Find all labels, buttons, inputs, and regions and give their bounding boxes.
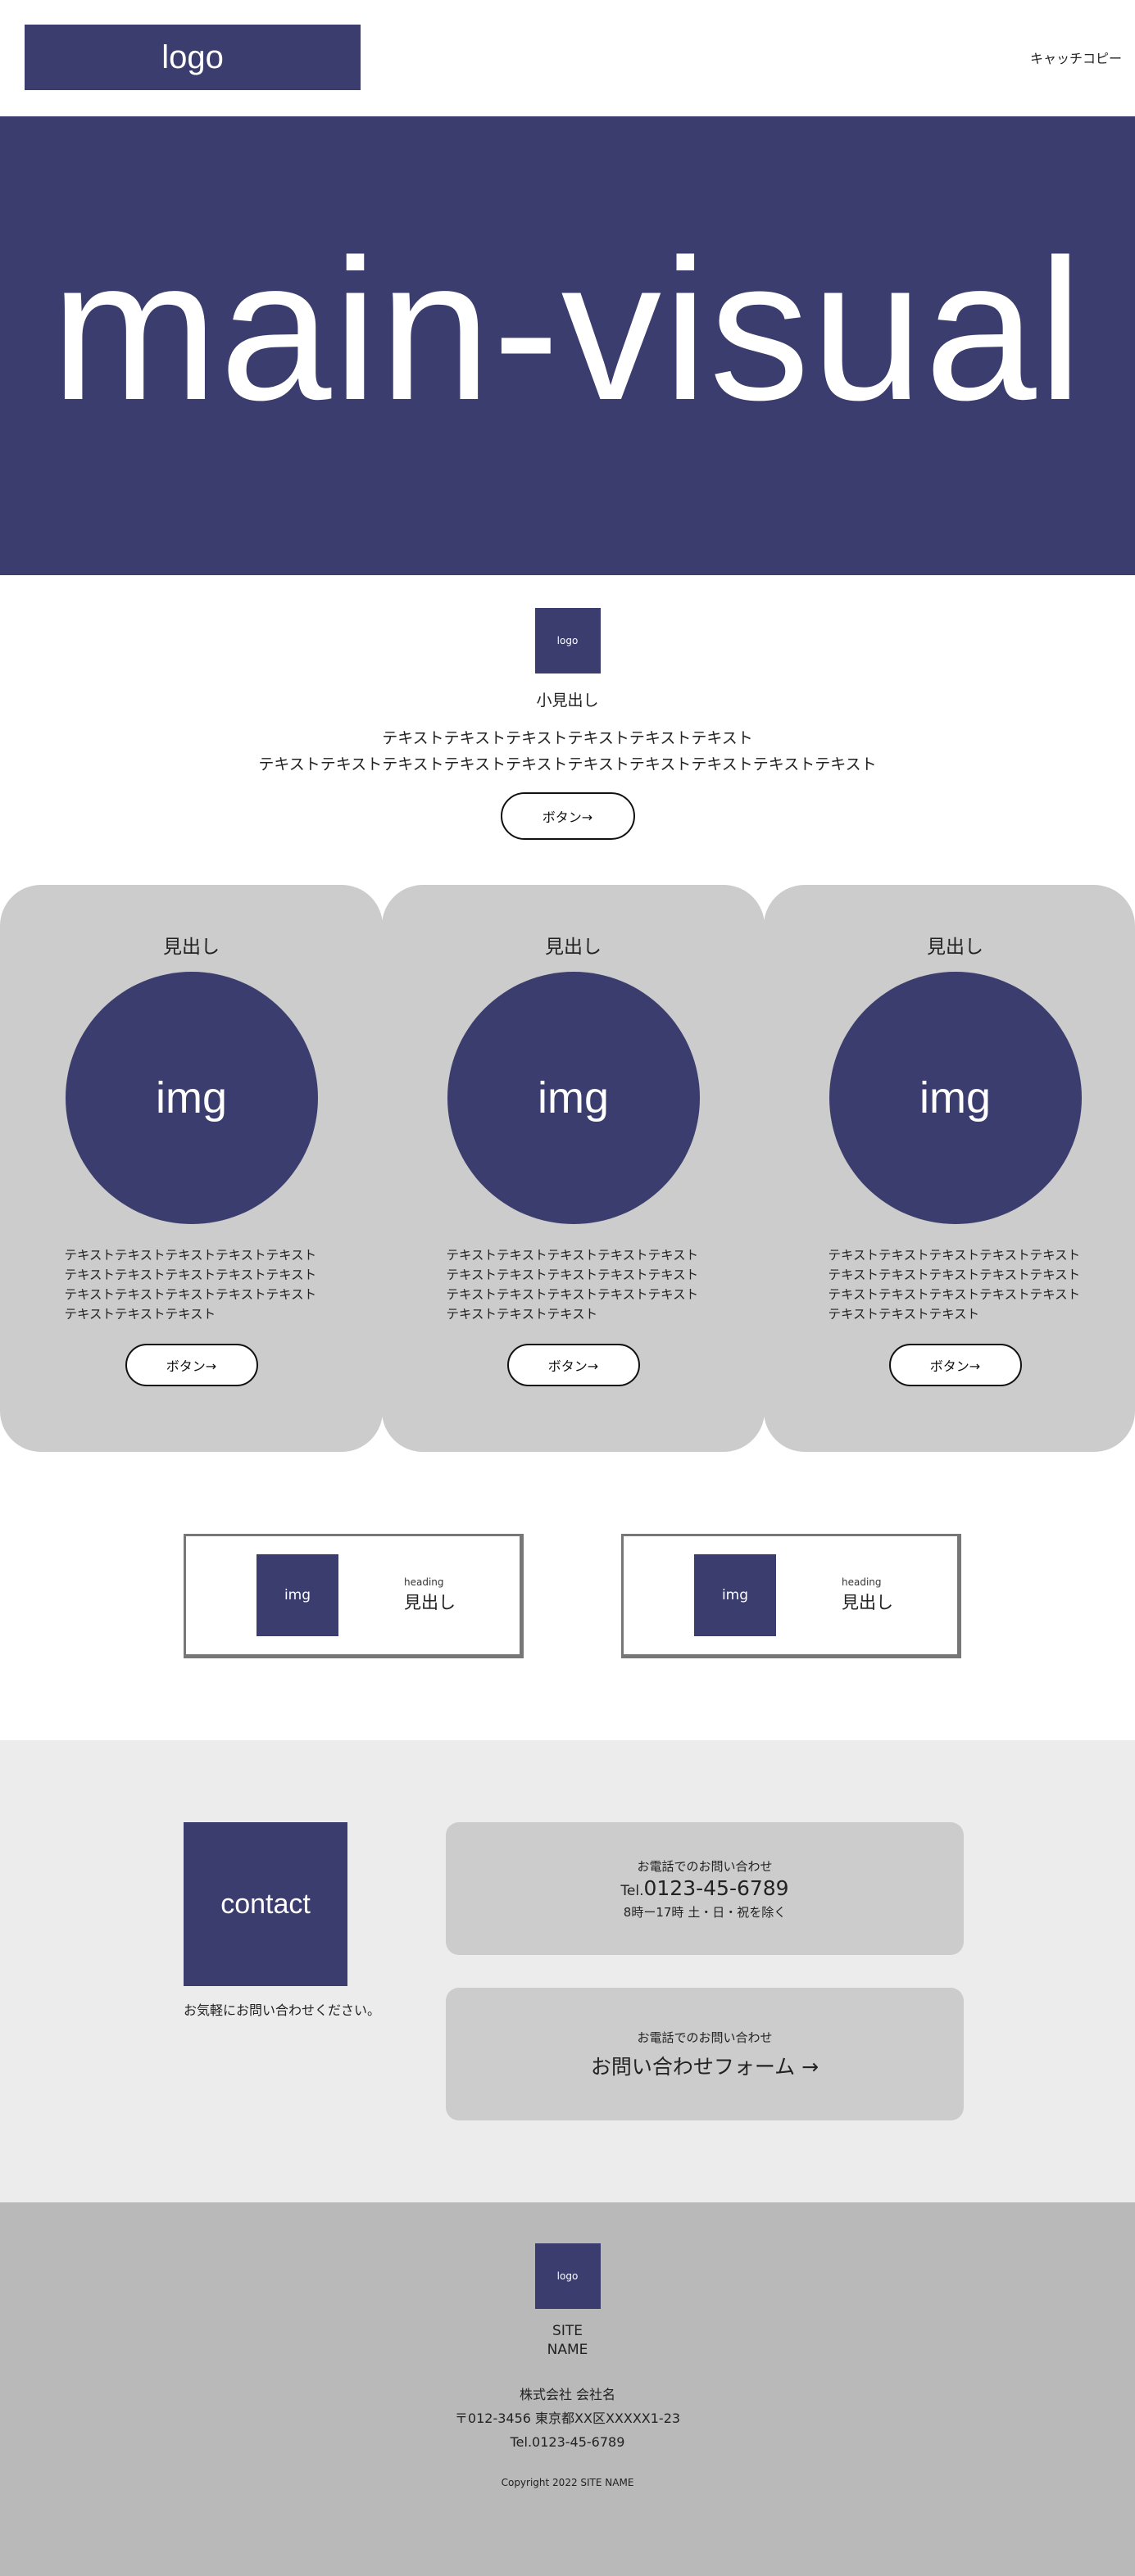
tel-number: 0123-45-6789 bbox=[643, 1875, 789, 1900]
company-name: 株式会社 会社名 bbox=[519, 2387, 616, 2402]
site-name-line: SITE bbox=[552, 2323, 583, 2339]
feature-text: heading 見出し bbox=[404, 1576, 456, 1614]
site-header: logo キャッチコピー bbox=[0, 0, 1135, 115]
feature-heading: 見出し bbox=[842, 1593, 893, 1612]
form-panel-label: お電話でのお問い合わせ bbox=[637, 2030, 773, 2045]
feature-heading: 見出し bbox=[404, 1593, 456, 1612]
intro-section: logo 小見出し テキストテキストテキストテキストテキストテキスト テキストテ… bbox=[0, 608, 1135, 840]
feature-link[interactable]: img heading 見出し bbox=[621, 1534, 961, 1658]
card-text: テキストテキストテキストテキストテキストテキストテキストテキストテキストテキスト… bbox=[446, 1248, 699, 1322]
card-image: img bbox=[447, 972, 700, 1224]
feature-text: heading 見出し bbox=[842, 1576, 893, 1614]
card: 見出し img テキストテキストテキストテキストテキストテキストテキストテキスト… bbox=[764, 885, 1135, 1452]
card-image: img bbox=[65, 972, 318, 1224]
feature-small-heading: heading bbox=[842, 1576, 882, 1588]
card-heading: 見出し bbox=[545, 937, 602, 958]
company-info: 株式会社 会社名 〒012-3456 東京都XX区XXXXX1-23 Tel.0… bbox=[0, 2383, 1135, 2454]
intro-logo: logo bbox=[534, 608, 601, 673]
main-visual-text: main-visual bbox=[51, 216, 1084, 442]
card-button[interactable]: ボタン→ bbox=[125, 1344, 258, 1386]
cards-section: 見出し img テキストテキストテキストテキストテキストテキストテキストテキスト… bbox=[0, 885, 1135, 1452]
tel-prefix: Tel. bbox=[620, 1882, 644, 1899]
intro-text: テキストテキストテキストテキストテキストテキスト テキストテキストテキストテキス… bbox=[0, 725, 1135, 778]
site-name-line: NAME bbox=[547, 2342, 588, 2358]
card-text: テキストテキストテキストテキストテキストテキストテキストテキストテキストテキスト… bbox=[64, 1248, 317, 1322]
main-visual: main-visual bbox=[0, 116, 1135, 575]
phone-contact-panel[interactable]: お電話でのお問い合わせ Tel.0123-45-6789 8時ー17時 土・日・… bbox=[446, 1822, 964, 1955]
intro-subheading: 小見出し bbox=[536, 692, 599, 710]
intro-button[interactable]: ボタン→ bbox=[500, 792, 635, 840]
site-name: SITE NAME bbox=[0, 2322, 1135, 2360]
business-hours: 8時ー17時 土・日・祝を除く bbox=[623, 1904, 787, 1920]
footer-logo[interactable]: logo bbox=[534, 2243, 601, 2309]
feature-image: img bbox=[257, 1554, 338, 1636]
card: 見出し img テキストテキストテキストテキストテキストテキストテキストテキスト… bbox=[382, 885, 765, 1452]
site-footer: logo SITE NAME 株式会社 会社名 〒012-3456 東京都XX区… bbox=[0, 2202, 1135, 2576]
card-button[interactable]: ボタン→ bbox=[506, 1344, 640, 1386]
card-heading: 見出し bbox=[927, 937, 983, 958]
contact-note: お気軽にお問い合わせください。 bbox=[184, 2002, 381, 2018]
card-image: img bbox=[829, 972, 1082, 1224]
contact-form-panel[interactable]: お電話でのお問い合わせ お問い合わせフォーム → bbox=[446, 1988, 964, 2120]
company-address: 〒012-3456 東京都XX区XXXXX1-23 bbox=[454, 2410, 681, 2426]
copyright: Copyright 2022 SITE NAME bbox=[501, 2477, 634, 2488]
feature-small-heading: heading bbox=[404, 1576, 444, 1588]
contact-box: contact bbox=[184, 1822, 347, 1986]
card-text: テキストテキストテキストテキストテキストテキストテキストテキストテキストテキスト… bbox=[828, 1248, 1081, 1322]
phone-label: お電話でのお問い合わせ bbox=[637, 1858, 773, 1874]
feature-image: img bbox=[694, 1554, 776, 1636]
card-button[interactable]: ボタン→ bbox=[888, 1344, 1022, 1386]
intro-text-line: テキストテキストテキストテキストテキストテキストテキストテキストテキストテキスト bbox=[258, 755, 877, 773]
feature-link[interactable]: img heading 見出し bbox=[184, 1534, 524, 1658]
contact-section: contact お気軽にお問い合わせください。 お電話でのお問い合わせ Tel.… bbox=[0, 1740, 1135, 2202]
card: 見出し img テキストテキストテキストテキストテキストテキストテキストテキスト… bbox=[0, 885, 383, 1452]
intro-text-line: テキストテキストテキストテキストテキストテキスト bbox=[382, 729, 753, 747]
contact-form-link[interactable]: お問い合わせフォーム → bbox=[591, 2051, 819, 2080]
catchcopy: キャッチコピー bbox=[1029, 51, 1122, 66]
header-logo[interactable]: logo bbox=[25, 25, 361, 90]
card-heading: 見出し bbox=[163, 937, 220, 958]
phone-number[interactable]: Tel.0123-45-6789 bbox=[620, 1876, 788, 1900]
company-tel: Tel.0123-45-6789 bbox=[510, 2434, 625, 2450]
